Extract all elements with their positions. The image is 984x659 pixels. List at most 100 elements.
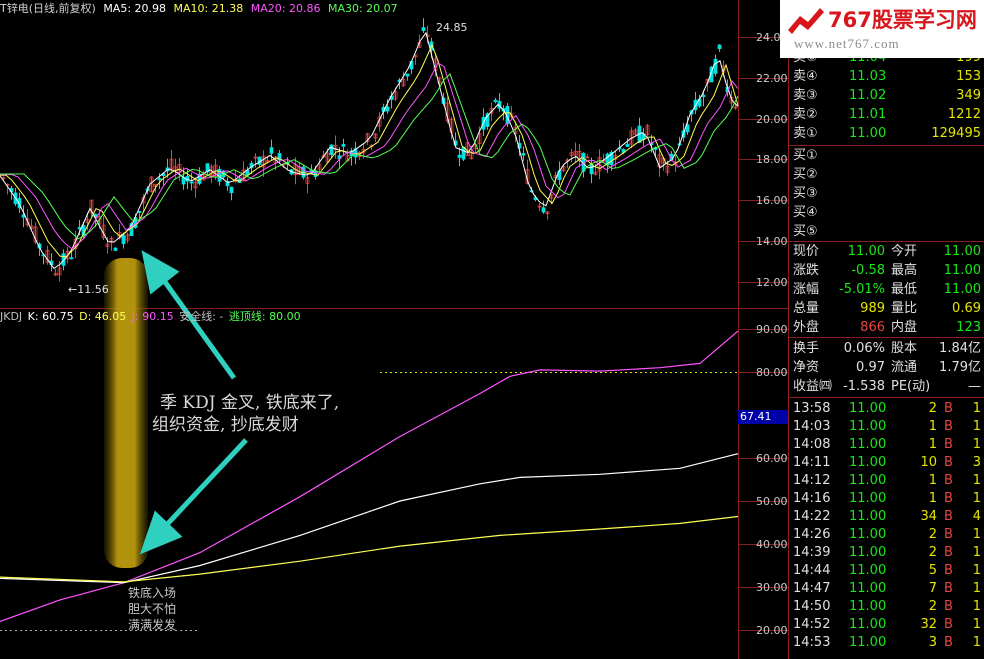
fund-value: 1.84亿 <box>939 341 981 356</box>
tick-time: 14:52 <box>793 617 831 632</box>
ask-row: 卖④ 11.03 153 <box>789 68 984 86</box>
quote-row: 涨跌 -0.58 最高 11.00 <box>789 262 984 280</box>
tick-side: B <box>944 491 953 506</box>
ask-label: 卖④ <box>793 69 818 84</box>
ma-lines <box>0 31 739 270</box>
annotation-line1: 季 KDJ 金叉, 铁底来了, <box>160 393 340 413</box>
tick-time: 14:39 <box>793 545 831 560</box>
kdj-title: JKDJ <box>0 310 23 323</box>
tick-time: 14:11 <box>793 455 831 470</box>
tick-volume: 5 <box>928 563 937 578</box>
tick-volume: 2 <box>928 599 937 614</box>
tick-row: 13:58 11.00 2 B 1 <box>789 400 984 418</box>
tick-time: 14:53 <box>793 635 831 650</box>
price-tick: 12.00 <box>756 276 788 289</box>
quote-value: 866 <box>860 320 885 335</box>
highlight-bar <box>104 258 148 568</box>
tick-count: 1 <box>972 473 981 488</box>
tick-row: 14:44 11.00 5 B 1 <box>789 562 984 580</box>
tick-volume: 1 <box>928 437 937 452</box>
tick-price: 11.00 <box>849 545 887 560</box>
quote-value: 989 <box>860 301 885 316</box>
quote-value: -0.58 <box>851 263 885 278</box>
chart-header: T锌电(日线,前复权) MA5: 20.98 MA10: 21.38 MA20:… <box>0 2 398 15</box>
annotation-line2: 组织资金, 抄底发财 <box>152 415 299 435</box>
divider <box>789 145 984 146</box>
divider <box>789 241 984 242</box>
quote-value: 11.00 <box>943 263 981 278</box>
chart-window: T锌电(日线,前复权) MA5: 20.98 MA10: 21.38 MA20:… <box>0 0 984 659</box>
ask-volume: 1212 <box>947 107 981 122</box>
tick-side: B <box>944 545 953 560</box>
site-logo[interactable]: 767股票学习网 www.net767.com <box>780 0 984 58</box>
tick-time: 13:58 <box>793 401 831 416</box>
logo-arrow-icon <box>788 8 824 34</box>
tick-side: B <box>944 437 953 452</box>
tick-count: 1 <box>972 437 981 452</box>
tick-side: B <box>944 563 953 578</box>
quote-label: 涨幅 <box>793 282 820 297</box>
fund-value: 1.79亿 <box>939 360 981 375</box>
tick-volume: 7 <box>928 581 937 596</box>
tick-side: B <box>944 581 953 596</box>
ma20-value: MA20: 20.86 <box>250 2 321 15</box>
low-price-value: 11.56 <box>77 283 109 296</box>
bid-row: 买⑤ <box>789 223 984 241</box>
kdj-current-value: 67.41 <box>738 410 788 424</box>
tick-time: 14:47 <box>793 581 831 596</box>
fund-label: 收益㈣ <box>793 379 833 394</box>
fund-label: 流通 <box>891 360 918 375</box>
tick-row: 14:16 11.00 1 B 1 <box>789 490 984 508</box>
kdj-escape: 逃顶线: 80.00 <box>228 310 301 323</box>
tick-count: 1 <box>972 401 981 416</box>
ma5-value: MA5: 20.98 <box>103 2 167 15</box>
tick-row: 14:50 11.00 2 B 1 <box>789 598 984 616</box>
annotation-small3: 满满发发 <box>128 618 177 632</box>
kdj-safe: 安全线: - <box>179 310 224 323</box>
tick-price: 11.00 <box>849 491 887 506</box>
tick-side: B <box>944 599 953 614</box>
tick-side: B <box>944 401 953 416</box>
tick-volume: 34 <box>920 509 937 524</box>
ma10-value: MA10: 21.38 <box>173 2 244 15</box>
quote-value: 0.69 <box>952 301 981 316</box>
kdj-tick: 30.00 <box>756 581 788 594</box>
price-tick: 18.00 <box>756 153 788 166</box>
candlestick-chart[interactable] <box>0 0 790 659</box>
tick-time: 14:22 <box>793 509 831 524</box>
quote-value: 11.00 <box>943 282 981 297</box>
tick-price: 11.00 <box>849 437 887 452</box>
kdj-tick: 60.00 <box>756 452 788 465</box>
bid-row: 买② <box>789 166 984 184</box>
price-tick: 16.00 <box>756 194 788 207</box>
bid-label: 买② <box>793 167 818 182</box>
ask-row: 卖① 11.00 129495 <box>789 125 984 143</box>
kdj-j: J: 90.15 <box>131 310 174 323</box>
bid-label: 买④ <box>793 205 818 220</box>
ask-row: 卖③ 11.02 349 <box>789 87 984 105</box>
tick-time: 14:50 <box>793 599 831 614</box>
tick-price: 11.00 <box>849 617 887 632</box>
fund-label: 换手 <box>793 341 820 356</box>
quote-label: 量比 <box>891 301 918 316</box>
tick-volume: 2 <box>928 545 937 560</box>
bid-row: 买③ <box>789 185 984 203</box>
tick-price: 11.00 <box>849 455 887 470</box>
tick-time: 14:44 <box>793 563 831 578</box>
fund-value: 0.97 <box>856 360 885 375</box>
tick-price: 11.00 <box>849 509 887 524</box>
ask-volume: 129495 <box>931 126 981 141</box>
fund-value: 0.06% <box>843 341 885 356</box>
tick-count: 1 <box>972 545 981 560</box>
quote-value: 11.00 <box>847 244 885 259</box>
tick-volume: 1 <box>928 491 937 506</box>
tick-price: 11.00 <box>849 419 887 434</box>
high-price-label: 24.85 <box>436 21 468 34</box>
price-tick: 14.00 <box>756 235 788 248</box>
tick-row: 14:52 11.00 32 B 1 <box>789 616 984 634</box>
quote-value: 123 <box>956 320 981 335</box>
quote-label: 总量 <box>793 301 820 316</box>
fund-label: 净资 <box>793 360 820 375</box>
ask-row: 卖② 11.01 1212 <box>789 106 984 124</box>
tick-side: B <box>944 473 953 488</box>
